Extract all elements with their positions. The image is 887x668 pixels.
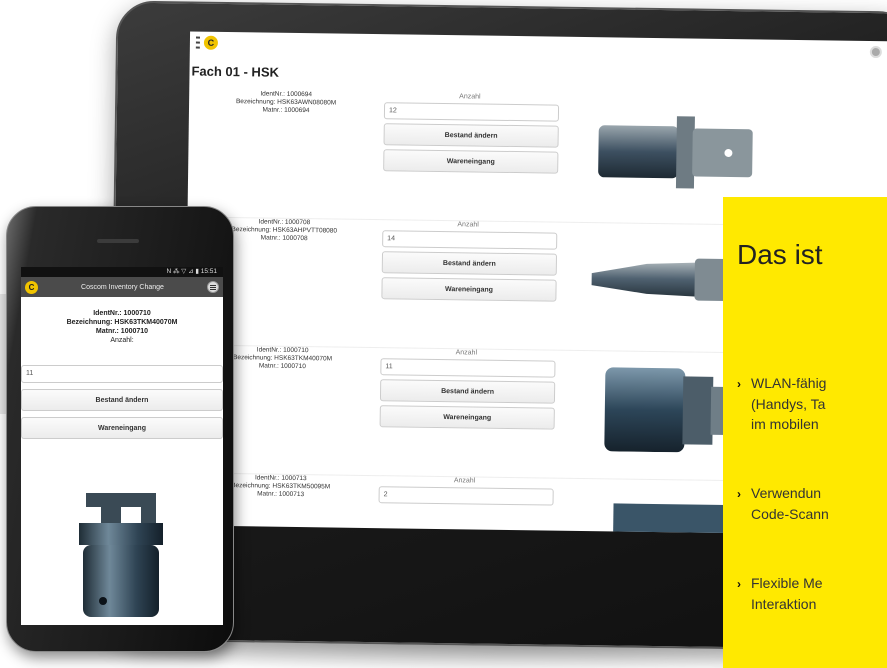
anzahl-input[interactable]: 12 [383,102,560,122]
coscom-logo-icon: C [203,35,219,50]
wareneingang-button[interactable]: Wareneingang [379,405,555,430]
wareneingang-button[interactable]: Wareneingang [383,149,559,174]
phone-speaker [97,239,139,243]
item-info: IdentNr.: 1000710 Bezeichnung: HSK63TKM4… [21,297,223,365]
bestand-aendern-button[interactable]: Bestand ändern [21,389,223,411]
anzahl-input[interactable]: 11 [380,358,556,378]
feature-text: (Handys, Ta [751,396,826,412]
bestand-aendern-button[interactable]: Bestand ändern [381,251,558,276]
status-bar: N ⁂ ▽ ⊿ ▮ 15:51 [21,267,223,277]
phone-screen: N ⁂ ▽ ⊿ ▮ 15:51 C Coscom Inventory Chang… [21,267,223,625]
close-icon[interactable] [869,45,882,59]
item-matnr: Matnr.: 1000694 [262,106,310,115]
feature-item: › Flexible Me Interaktion [737,573,887,614]
chevron-right-icon: › [737,577,741,591]
feature-text: Verwendun [751,485,822,501]
menu-icon[interactable] [195,36,201,49]
marketing-scene: C Fach 01 - HSK IdentNr.: 1000694 Bezeic… [0,0,887,668]
wareneingang-button[interactable]: Wareneingang [381,277,557,302]
phone-device: N ⁂ ▽ ⊿ ▮ 15:51 C Coscom Inventory Chang… [6,206,234,652]
feature-text: WLAN-fähig [751,375,827,391]
item-bezeichnung: Bezeichnung: HSK63TKM40070M [66,319,178,326]
tool-holder-image [598,116,753,189]
coscom-logo-icon: C [25,280,38,294]
feature-item: › WLAN-fähig (Handys, Ta im mobilen [737,373,887,434]
anzahl-input[interactable]: 14 [382,230,558,250]
item-info: IdentNr.: 1000694 Bezeichnung: HSK63AWN0… [207,90,365,116]
bestand-aendern-button[interactable]: Bestand ändern [379,379,556,404]
panel-title: Das ist [737,239,823,270]
bestand-aendern-button[interactable]: Bestand ändern [383,123,559,148]
item-matnr: Matnr.: 1000710 [95,328,149,335]
tool-holder-image [79,493,163,617]
feature-item: › Verwendun Code-Scann [737,483,887,524]
app-title: Coscom Inventory Change [81,283,164,291]
anzahl-label: Anzahl [459,93,481,101]
feature-text: Flexible Me [751,575,823,591]
feature-text: Code-Scann [751,506,829,522]
feature-text: Interaktion [751,596,817,612]
feature-text: im mobilen [751,416,819,432]
info-panel: Das ist › WLAN-fähig (Handys, Ta im mobil… [723,197,887,668]
anzahl-input[interactable]: 2 [378,486,554,506]
anzahl-label: Anzahl: [110,337,134,344]
wareneingang-button[interactable]: Wareneingang [21,417,223,439]
app-header: C Coscom Inventory Change [21,277,223,297]
menu-icon[interactable] [207,281,219,293]
anzahl-label: Anzahl [453,477,476,485]
item-ident: IdentNr.: 1000710 [93,310,151,317]
chevron-right-icon: › [737,377,741,391]
anzahl-input[interactable]: 11 [21,365,223,383]
chevron-right-icon: › [737,487,741,501]
anzahl-label: Anzahl [457,221,479,229]
anzahl-label: Anzahl [455,349,478,357]
